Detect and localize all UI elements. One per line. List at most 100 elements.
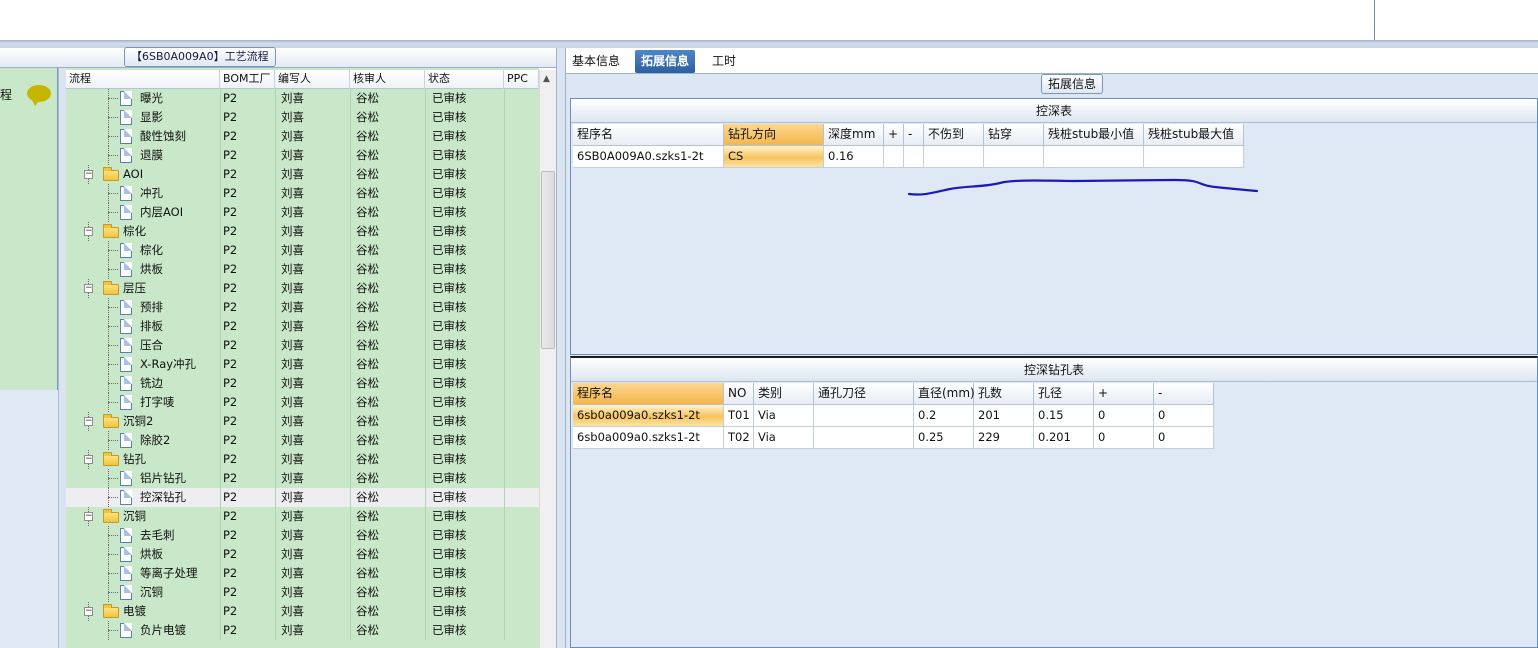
column-header[interactable]: - xyxy=(1154,383,1214,405)
tree-row[interactable]: 铝片钻孔 P2 刘喜 谷松 已审核 xyxy=(66,469,539,488)
column-header[interactable]: 深度mm xyxy=(824,124,884,146)
collapse-icon[interactable]: − xyxy=(84,284,93,293)
table-cell[interactable] xyxy=(814,405,914,427)
collapse-icon[interactable]: − xyxy=(84,170,93,179)
tab-1[interactable]: 拓展信息 xyxy=(635,50,696,73)
tree-row[interactable]: 烘板 P2 刘喜 谷松 已审核 xyxy=(66,260,539,279)
tree-row[interactable]: 压合 P2 刘喜 谷松 已审核 xyxy=(66,336,539,355)
column-header[interactable]: BOM工厂 xyxy=(220,70,275,89)
scroll-thumb[interactable] xyxy=(541,171,555,349)
tree-row[interactable]: 酸性蚀刻 P2 刘喜 谷松 已审核 xyxy=(66,127,539,146)
column-header[interactable]: 核审人 xyxy=(350,70,425,89)
table-cell[interactable] xyxy=(814,427,914,449)
tree-row[interactable]: X-Ray冲孔 P2 刘喜 谷松 已审核 xyxy=(66,355,539,374)
collapse-icon[interactable]: − xyxy=(84,227,93,236)
main-splitter[interactable] xyxy=(556,48,566,648)
tree-row[interactable]: 铣边 P2 刘喜 谷松 已审核 xyxy=(66,374,539,393)
collapse-icon[interactable]: − xyxy=(84,417,93,426)
table-cell[interactable]: 0.15 xyxy=(1034,405,1094,427)
collapse-icon[interactable]: − xyxy=(84,512,93,521)
table-cell[interactable]: CS xyxy=(724,146,824,168)
table-cell[interactable]: T02 xyxy=(724,427,754,449)
tree-row[interactable]: 显影 P2 刘喜 谷松 已审核 xyxy=(66,108,539,127)
column-header[interactable]: - xyxy=(904,124,924,146)
tree-row[interactable]: − AOI P2 刘喜 谷松 已审核 xyxy=(66,165,539,184)
collapse-icon[interactable]: − xyxy=(84,607,93,616)
table-cell[interactable]: 0 xyxy=(1094,405,1154,427)
column-header[interactable]: 残桩stub最大值 xyxy=(1144,124,1244,146)
column-header[interactable]: 残桩stub最小值 xyxy=(1044,124,1144,146)
column-header[interactable]: 钻孔方向 xyxy=(724,124,824,146)
tree-row[interactable]: − 电镀 P2 刘喜 谷松 已审核 xyxy=(66,602,539,621)
tree-row[interactable]: 打字唛 P2 刘喜 谷松 已审核 xyxy=(66,393,539,412)
column-header[interactable]: 孔数 xyxy=(974,383,1034,405)
column-header[interactable]: 直径(mm) xyxy=(914,383,975,405)
tree-row[interactable]: 去毛刺 P2 刘喜 谷松 已审核 xyxy=(66,526,539,545)
table-cell[interactable] xyxy=(904,146,924,168)
vertical-scrollbar[interactable]: ▲ xyxy=(539,70,556,648)
tree-row[interactable]: 曝光 P2 刘喜 谷松 已审核 xyxy=(66,89,539,108)
table-cell[interactable] xyxy=(884,146,904,168)
table-cell[interactable]: 0 xyxy=(1154,405,1214,427)
tree-row[interactable]: 预排 P2 刘喜 谷松 已审核 xyxy=(66,298,539,317)
tree-row[interactable]: 负片电镀 P2 刘喜 谷松 已审核 xyxy=(66,621,539,640)
column-header[interactable]: 不伤到 xyxy=(924,124,984,146)
table-cell[interactable] xyxy=(984,146,1044,168)
tab-0[interactable]: 基本信息 xyxy=(566,50,626,73)
column-header[interactable]: PPC xyxy=(504,70,539,89)
table-cell[interactable]: Via xyxy=(754,427,814,449)
table-cell[interactable] xyxy=(1144,146,1244,168)
chat-bubble-icon[interactable] xyxy=(27,85,51,106)
tree-row[interactable]: 排板 P2 刘喜 谷松 已审核 xyxy=(66,317,539,336)
tree-row[interactable]: 退膜 P2 刘喜 谷松 已审核 xyxy=(66,146,539,165)
table-cell[interactable] xyxy=(924,146,984,168)
table-cell[interactable] xyxy=(1044,146,1144,168)
column-header[interactable]: NO xyxy=(724,383,754,405)
tree-row[interactable]: 冲孔 P2 刘喜 谷松 已审核 xyxy=(66,184,539,203)
column-header[interactable]: 状态 xyxy=(425,70,504,89)
cell-author: 刘喜 xyxy=(281,319,304,333)
table-cell[interactable]: 6sb0a009a0.szks1-2t xyxy=(573,405,724,427)
tree-row[interactable]: 棕化 P2 刘喜 谷松 已审核 xyxy=(66,241,539,260)
tree-row[interactable]: 等离子处理 P2 刘喜 谷松 已审核 xyxy=(66,564,539,583)
left-splitter[interactable] xyxy=(58,68,66,648)
column-header[interactable]: 孔径 xyxy=(1034,383,1094,405)
column-header[interactable]: 通孔刀径 xyxy=(814,383,914,405)
tree-row[interactable]: − 棕化 P2 刘喜 谷松 已审核 xyxy=(66,222,539,241)
tree-row[interactable]: − 层压 P2 刘喜 谷松 已审核 xyxy=(66,279,539,298)
tree-row[interactable]: 内层AOI P2 刘喜 谷松 已审核 xyxy=(66,203,539,222)
tree-row[interactable]: − 沉铜2 P2 刘喜 谷松 已审核 xyxy=(66,412,539,431)
column-header[interactable]: 钻穿 xyxy=(984,124,1044,146)
table-cell[interactable]: T01 xyxy=(724,405,754,427)
table-cell[interactable]: 0 xyxy=(1154,427,1214,449)
table-cell[interactable]: 0 xyxy=(1094,427,1154,449)
tree-row[interactable]: 沉铜 P2 刘喜 谷松 已审核 xyxy=(66,583,539,602)
table-cell[interactable]: 0.16 xyxy=(824,146,884,168)
tab-2[interactable]: 工时 xyxy=(706,50,742,73)
column-header[interactable]: + xyxy=(1094,383,1154,405)
table-cell[interactable]: 0.2 xyxy=(914,405,974,427)
tree-row[interactable]: 除胶2 P2 刘喜 谷松 已审核 xyxy=(66,431,539,450)
collapse-icon[interactable]: − xyxy=(84,455,93,464)
table-cell[interactable]: 6SB0A009A0.szks1-2t xyxy=(573,146,724,168)
table-cell[interactable]: 229 xyxy=(974,427,1034,449)
column-header[interactable]: 编写人 xyxy=(275,70,350,89)
tree-row[interactable]: 控深钻孔 P2 刘喜 谷松 已审核 xyxy=(66,488,539,507)
table-cell[interactable]: 201 xyxy=(974,405,1034,427)
table-cell[interactable]: 0.201 xyxy=(1034,427,1094,449)
cell-reviewer: 谷松 xyxy=(356,300,379,314)
column-header[interactable]: 流程 xyxy=(66,70,220,89)
table-cell[interactable]: 6sb0a009a0.szks1-2t xyxy=(573,427,724,449)
column-header[interactable]: 类别 xyxy=(754,383,814,405)
table-cell[interactable]: Via xyxy=(754,405,814,427)
column-header[interactable]: + xyxy=(884,124,904,146)
tree-row[interactable]: − 沉铜 P2 刘喜 谷松 已审核 xyxy=(66,507,539,526)
tree-row[interactable]: 烘板 P2 刘喜 谷松 已审核 xyxy=(66,545,539,564)
column-header[interactable]: 程序名 xyxy=(573,124,724,146)
cell-divider xyxy=(425,336,426,355)
table-cell[interactable]: 0.25 xyxy=(914,427,974,449)
tree-row[interactable]: − 钻孔 P2 刘喜 谷松 已审核 xyxy=(66,450,539,469)
column-header[interactable]: 程序名 xyxy=(573,383,724,405)
scroll-up-icon[interactable]: ▲ xyxy=(543,74,550,84)
left-nav-panel: 程 xyxy=(0,68,58,390)
